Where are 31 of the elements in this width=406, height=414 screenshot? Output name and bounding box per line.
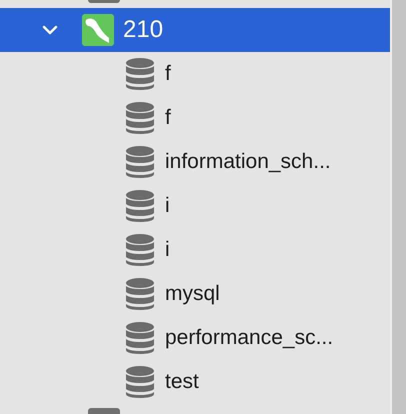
tree-row[interactable]: test xyxy=(0,360,390,404)
dolphin-icon xyxy=(82,14,114,46)
database-name: f xyxy=(165,62,171,86)
database-icon xyxy=(126,366,154,398)
tree-row[interactable]: performance_sc... xyxy=(0,316,390,360)
database-icon xyxy=(126,278,154,310)
database-icon xyxy=(126,146,154,178)
database-icon xyxy=(126,102,154,134)
server-icon xyxy=(88,0,120,3)
database-name: i xyxy=(165,238,170,262)
database-icon xyxy=(126,190,154,222)
server-name: 210 xyxy=(123,16,164,44)
tree-row[interactable]: information_sch... xyxy=(0,140,390,184)
database-name: performance_sc... xyxy=(165,326,334,350)
database-name: test xyxy=(165,370,199,394)
database-name: mysql xyxy=(165,282,220,306)
chevron-icon[interactable] xyxy=(42,25,58,35)
tree-row[interactable]: f xyxy=(0,96,390,140)
tree-row[interactable]: i xyxy=(0,228,390,272)
database-icon xyxy=(126,322,154,354)
scrollbar[interactable] xyxy=(390,0,406,414)
database-icon xyxy=(126,58,154,90)
tree-row[interactable]: 210 xyxy=(0,8,390,52)
tree-row[interactable]: mysql xyxy=(0,272,390,316)
database-icon xyxy=(126,234,154,266)
database-name: f xyxy=(165,106,171,130)
database-name: information_sch... xyxy=(165,150,331,174)
tree-row[interactable]: f xyxy=(0,52,390,96)
tree-row[interactable]: i xyxy=(0,184,390,228)
database-name: i xyxy=(165,194,170,218)
server-icon xyxy=(88,408,120,414)
